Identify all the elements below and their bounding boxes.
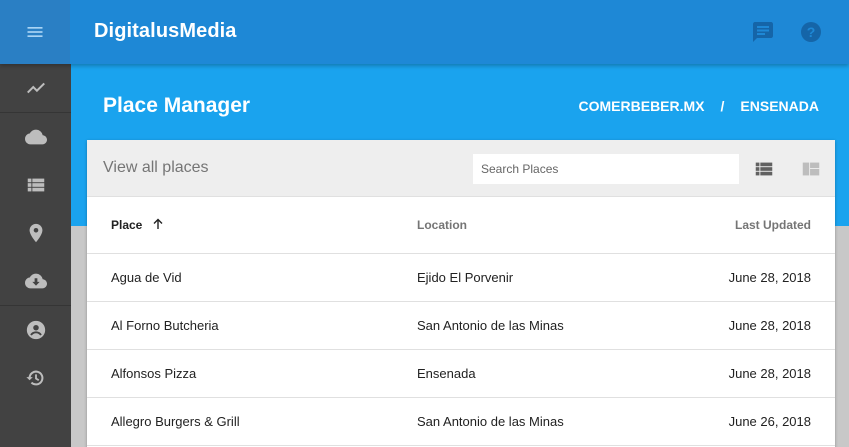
list-view-icon	[755, 162, 773, 176]
brand-title[interactable]: DigitalusMedia	[94, 20, 237, 43]
cell-location: Ensenada	[417, 349, 667, 398]
table-row[interactable]: Al Forno Butcheria San Antonio de las Mi…	[87, 301, 835, 350]
chat-button[interactable]	[751, 20, 775, 44]
sidebar-item-location[interactable]	[0, 209, 71, 257]
svg-text:?: ?	[807, 24, 816, 40]
history-icon	[25, 370, 43, 386]
column-header-last-updated[interactable]: Last Updated	[667, 197, 835, 254]
places-table: Place Location Last Updated Agua de Vid …	[87, 197, 835, 446]
column-header-place[interactable]: Place	[87, 197, 417, 254]
column-header-label: Place	[111, 217, 143, 232]
trending-icon	[26, 82, 45, 94]
breadcrumb: COMERBEBER.MX / ENSENADA	[579, 98, 819, 114]
cell-last-updated: June 28, 2018	[667, 349, 835, 398]
dashboard-view-button[interactable]	[800, 158, 822, 180]
page-title: Place Manager	[103, 94, 251, 117]
sidebar-item-history[interactable]	[0, 354, 71, 402]
cell-location: Ejido El Porvenir	[417, 253, 667, 302]
cell-place: Agua de Vid	[87, 253, 417, 302]
cell-place: Alfonsos Pizza	[87, 349, 417, 398]
cell-last-updated: June 28, 2018	[667, 301, 835, 350]
cell-location: San Antonio de las Minas	[417, 397, 667, 446]
breadcrumb-account[interactable]: COMERBEBER.MX	[579, 98, 705, 114]
card-title: View all places	[103, 159, 209, 176]
cell-place: Allegro Burgers & Grill	[87, 397, 417, 446]
sidebar-item-account[interactable]	[0, 306, 71, 354]
account-icon	[26, 320, 45, 340]
breadcrumb-separator: /	[720, 98, 725, 114]
column-header-location[interactable]: Location	[417, 197, 667, 254]
table-row[interactable]: Allegro Burgers & Grill San Antonio de l…	[87, 397, 835, 446]
menu-button[interactable]	[0, 0, 70, 64]
cell-location: San Antonio de las Minas	[417, 301, 667, 350]
breadcrumb-city[interactable]: ENSENADA	[740, 98, 819, 114]
table-row[interactable]: Alfonsos Pizza Ensenada June 28, 2018	[87, 349, 835, 398]
chat-icon	[753, 22, 773, 42]
cell-last-updated: June 28, 2018	[667, 253, 835, 302]
table-row[interactable]: Agua de Vid Ejido El Porvenir June 28, 2…	[87, 253, 835, 302]
list-view-button[interactable]	[753, 158, 775, 180]
card-toolbar: View all places	[87, 140, 835, 197]
places-card: View all places Place	[87, 140, 835, 447]
cloud-download-icon	[24, 273, 47, 289]
dashboard-view-icon	[802, 162, 820, 176]
sidebar-item-places-list[interactable]	[0, 161, 71, 209]
table-header-row: Place Location Last Updated	[87, 197, 835, 254]
list-icon	[27, 178, 44, 192]
cell-place: Al Forno Butcheria	[87, 301, 417, 350]
sidebar-item-download[interactable]	[0, 257, 71, 305]
menu-icon	[27, 27, 43, 37]
top-app-bar: DigitalusMedia ?	[0, 0, 849, 64]
place-icon	[29, 223, 42, 243]
cell-last-updated: June 26, 2018	[667, 397, 835, 446]
sidebar-item-cloud[interactable]	[0, 113, 71, 161]
arrow-up-icon	[153, 218, 163, 229]
sidebar-item-analytics[interactable]	[0, 64, 71, 112]
search-input[interactable]	[473, 154, 739, 184]
help-icon: ?	[801, 22, 821, 42]
cloud-icon	[24, 129, 47, 145]
sidebar	[0, 64, 71, 447]
help-button[interactable]: ?	[799, 20, 823, 44]
